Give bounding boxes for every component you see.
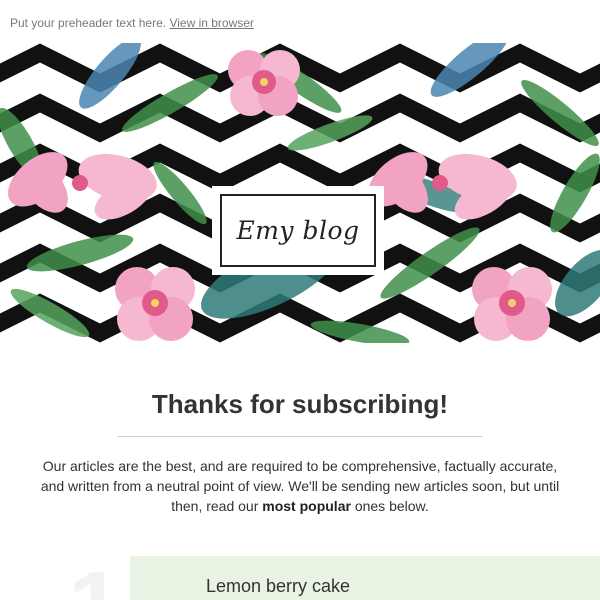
intro-paragraph: Our articles are the best, and are requi… — [36, 456, 564, 516]
intro-bold-text: most popular — [262, 498, 351, 514]
logo-text: Emy blog — [236, 216, 360, 245]
intro-text-end: ones below. — [350, 498, 429, 514]
article-item[interactable]: 1 Lemon berry cake — [0, 556, 600, 600]
article-number: 1 — [60, 556, 130, 600]
preheader: Put your preheader text here. View in br… — [10, 16, 254, 30]
preheader-text: Put your preheader text here. — [10, 16, 167, 30]
logo-box[interactable]: Emy blog — [212, 186, 384, 275]
view-in-browser-link[interactable]: View in browser — [169, 16, 253, 30]
article-title-link[interactable]: Lemon berry cake — [206, 576, 350, 596]
article-card-background — [130, 556, 600, 600]
hero-banner: Emy blog — [0, 43, 600, 343]
logo-frame: Emy blog — [220, 194, 376, 267]
page-title: Thanks for subscribing! — [151, 389, 449, 419]
divider — [118, 436, 482, 437]
